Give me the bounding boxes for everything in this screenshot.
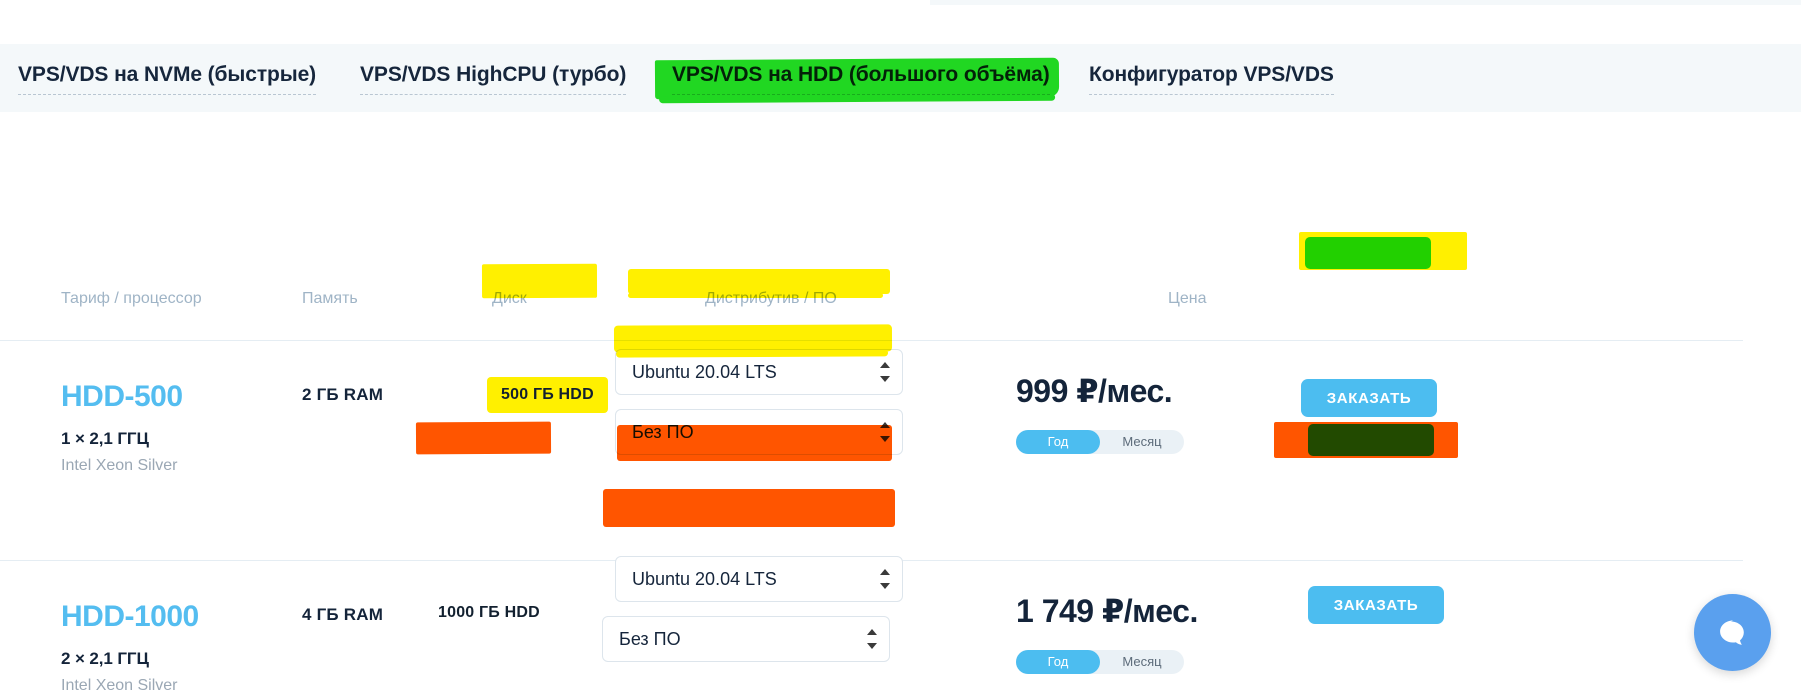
chat-widget-button[interactable] [1694,594,1771,671]
pricing-page: VPS/VDS на NVMe (быстрые) VPS/VDS HighCP… [0,0,1801,695]
chevron-updown-icon [880,568,892,590]
plan-name: HDD-1000 [61,600,199,633]
chevron-updown-icon [867,628,879,650]
os-select-value: Ubuntu 20.04 LTS [632,362,777,382]
tab-vps-nvme[interactable]: VPS/VDS на NVMe (быстрые) [18,61,316,95]
plan-disk-badge: 500 ГБ HDD [487,377,608,413]
plan-disk-badge: 1000 ГБ HDD [438,604,540,621]
order-button[interactable]: ЗАКАЗАТЬ [1301,379,1437,417]
software-select-value: Без ПО [619,629,681,649]
tab-vps-highcpu[interactable]: VPS/VDS HighCPU (турбо) [360,61,626,95]
table-row: HDD-1000 2 × 2,1 ГГЦ Intel Xeon Silver 4… [0,556,1801,695]
marker-highlight-order-row1-yellow [1299,232,1467,270]
plan-cpu: 2 × 2,1 ГГЦ [61,649,149,668]
software-select[interactable]: Без ПО [615,409,903,455]
period-option-year[interactable]: Год [1016,650,1100,674]
table-row: HDD-500 1 × 2,1 ГГЦ Intel Xeon Silver 2 … [0,340,1801,560]
marker-highlight-order-row1-green [1305,237,1431,269]
top-right-band [930,0,1801,5]
software-select-value: Без ПО [632,422,694,442]
plan-price: 1 749 ₽/мес. [1016,593,1198,629]
plan-category-tabbar: VPS/VDS на NVMe (быстрые) VPS/VDS HighCP… [0,44,1801,112]
plan-cpu: 1 × 2,1 ГГЦ [61,429,149,448]
table-header-row: Тариф / процессор Память Диск Дистрибути… [0,112,1801,307]
os-select[interactable]: Ubuntu 20.04 LTS [615,349,903,395]
plan-name: HDD-500 [61,380,183,413]
billing-period-toggle[interactable]: Год Месяц [1016,650,1184,674]
chat-bubble-icon [1719,620,1744,645]
os-select[interactable]: Ubuntu 20.04 LTS [615,556,903,602]
plan-memory: 2 ГБ RAM [302,385,384,404]
plan-cpu-model: Intel Xeon Silver [61,457,178,474]
plan-cpu-model: Intel Xeon Silver [61,677,178,694]
plan-price: 999 ₽/мес. [1016,373,1173,409]
column-header-price: Цена [1168,290,1207,307]
period-option-year[interactable]: Год [1016,430,1100,454]
column-header-memory: Память [302,290,358,307]
tab-vps-configurator[interactable]: Конфигуратор VPS/VDS [1089,61,1334,95]
os-select-value: Ubuntu 20.04 LTS [632,569,777,589]
billing-period-toggle[interactable]: Год Месяц [1016,430,1184,454]
column-header-disk: Диск [492,290,527,307]
plan-memory: 4 ГБ RAM [302,605,384,624]
column-header-distribution: Дистрибутив / ПО [705,290,837,307]
software-select[interactable]: Без ПО [602,616,890,662]
chevron-updown-icon [880,421,892,443]
pricing-table: Тариф / процессор Память Диск Дистрибути… [0,112,1801,694]
period-option-month[interactable]: Месяц [1100,650,1184,674]
chevron-updown-icon [880,361,892,383]
order-button[interactable]: ЗАКАЗАТЬ [1308,586,1444,624]
period-option-month[interactable]: Месяц [1100,430,1184,454]
tab-vps-hdd[interactable]: VPS/VDS на HDD (большого объёма) [672,61,1050,95]
column-header-plan: Тариф / процессор [61,290,202,307]
top-spacer [0,0,1801,44]
